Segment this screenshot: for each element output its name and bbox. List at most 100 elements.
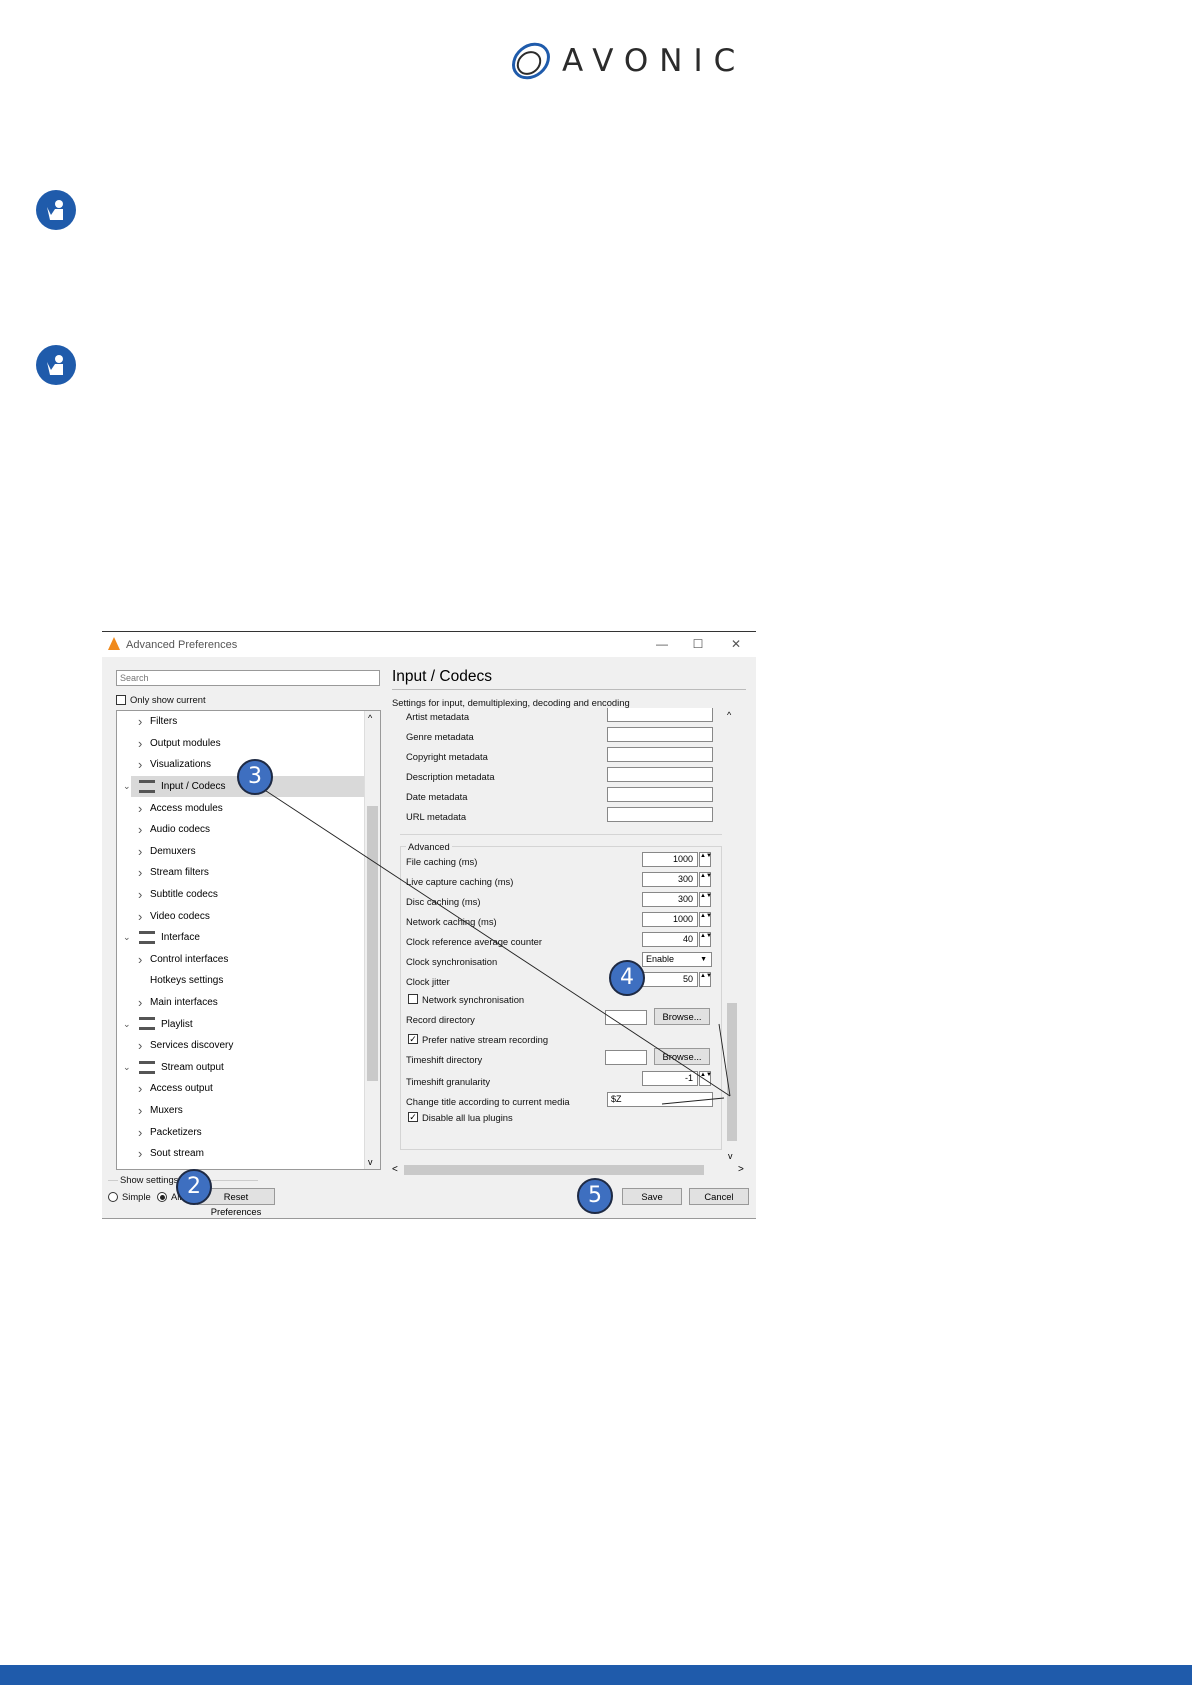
chevron-down-icon[interactable]: ⌄: [123, 781, 131, 792]
spinbox-arrows-icon[interactable]: ▲▼: [699, 852, 712, 867]
clock-sync-select[interactable]: Enable ▼: [642, 952, 712, 967]
spinbox-arrows-icon[interactable]: ▲▼: [699, 932, 712, 947]
tree-item[interactable]: ⌄ Interface: [123, 927, 365, 949]
chevron-right-icon[interactable]: ›: [138, 887, 142, 902]
browse-button[interactable]: Browse...: [654, 1048, 710, 1065]
advanced-preferences-dialog: Advanced Preferences — ☐ ✕ Only show cur…: [102, 631, 756, 1219]
tree-item[interactable]: Hotkeys settings: [117, 970, 365, 992]
chevron-right-icon[interactable]: ›: [138, 952, 142, 967]
tree-item[interactable]: › Control interfaces: [117, 949, 365, 971]
horizontal-scrollbar-thumb[interactable]: [404, 1165, 704, 1175]
simple-radio[interactable]: [108, 1192, 118, 1202]
tree-item-label: Interface: [161, 932, 200, 944]
search-input[interactable]: [116, 670, 380, 686]
record-directory-input[interactable]: [605, 1010, 647, 1025]
spinbox-arrows-icon[interactable]: ▲▼: [699, 1071, 712, 1086]
tree-item[interactable]: › Sout stream: [117, 1143, 365, 1165]
chevron-right-icon[interactable]: ›: [138, 801, 142, 816]
metadata-input[interactable]: [607, 747, 713, 762]
chevron-right-icon[interactable]: ›: [138, 1038, 142, 1053]
scroll-right-icon[interactable]: >: [738, 1164, 744, 1175]
spinbox-input[interactable]: -1: [642, 1071, 698, 1086]
chevron-right-icon[interactable]: ›: [138, 1125, 142, 1140]
scroll-up-icon[interactable]: ^: [368, 713, 372, 723]
tree-item[interactable]: › Video codecs: [117, 905, 365, 927]
spinbox-arrows-icon[interactable]: ▲▼: [699, 972, 712, 987]
metadata-input[interactable]: [607, 767, 713, 782]
tree-item[interactable]: › Access modules: [117, 797, 365, 819]
chevron-right-icon[interactable]: ›: [138, 757, 142, 772]
tree-item[interactable]: › Access output: [117, 1078, 365, 1100]
chevron-right-icon[interactable]: ›: [138, 844, 142, 859]
spinbox-arrows-icon[interactable]: ▲▼: [699, 892, 712, 907]
title-bar: Advanced Preferences — ☐ ✕: [102, 632, 756, 657]
spinbox-input[interactable]: 50: [642, 972, 698, 987]
settings-scrollbar[interactable]: ^: [725, 708, 739, 1148]
spinbox-arrows-icon[interactable]: ▲▼: [699, 872, 712, 887]
tree-item[interactable]: › Stream filters: [117, 862, 365, 884]
avonic-logo-mark-icon: [508, 38, 554, 84]
tree-item[interactable]: › Demuxers: [117, 841, 365, 863]
footer-bar: [0, 1665, 1192, 1685]
checkbox[interactable]: ✓: [408, 1034, 418, 1044]
chevron-down-icon[interactable]: ⌄: [123, 932, 131, 943]
chevron-right-icon[interactable]: ›: [138, 1103, 142, 1118]
tree-item-label: Hotkeys settings: [150, 975, 224, 987]
chevron-right-icon[interactable]: ›: [138, 995, 142, 1010]
chevron-right-icon[interactable]: ›: [138, 1081, 142, 1096]
chevron-right-icon[interactable]: ›: [138, 736, 142, 751]
tree-item[interactable]: ⌄ Stream output: [123, 1057, 365, 1079]
only-show-current-checkbox[interactable]: [116, 695, 126, 705]
scroll-down-icon[interactable]: v: [728, 1151, 733, 1161]
horizontal-scrollbar[interactable]: <: [390, 1164, 725, 1176]
tree-item[interactable]: › Muxers: [117, 1100, 365, 1122]
checkbox[interactable]: [408, 994, 418, 1004]
metadata-input[interactable]: [607, 727, 713, 742]
tree-item[interactable]: › Audio codecs: [117, 819, 365, 841]
spinbox-input[interactable]: 40: [642, 932, 698, 947]
scroll-left-icon[interactable]: <: [392, 1164, 398, 1175]
timeshift-directory-input[interactable]: [605, 1050, 647, 1065]
browse-button[interactable]: Browse...: [654, 1008, 710, 1025]
spinbox-input[interactable]: 300: [642, 892, 698, 907]
spinbox-input[interactable]: 300: [642, 872, 698, 887]
stream-output-icon: [139, 1060, 155, 1074]
scroll-down-icon[interactable]: v: [368, 1157, 373, 1167]
all-radio[interactable]: [157, 1192, 167, 1202]
chevron-down-icon[interactable]: ⌄: [123, 1062, 131, 1073]
tree-item[interactable]: › Packetizers: [117, 1121, 365, 1143]
chevron-right-icon[interactable]: ›: [138, 1146, 142, 1161]
close-button[interactable]: ✕: [721, 634, 751, 654]
tree-item[interactable]: ⌄ Playlist: [123, 1013, 365, 1035]
spinbox-arrows-icon[interactable]: ▲▼: [699, 912, 712, 927]
save-button[interactable]: Save: [622, 1188, 682, 1205]
tree-item[interactable]: › Main interfaces: [117, 992, 365, 1014]
chevron-right-icon[interactable]: ›: [138, 865, 142, 880]
chevron-right-icon[interactable]: ›: [138, 909, 142, 924]
metadata-input[interactable]: [607, 787, 713, 802]
chevron-down-icon[interactable]: ⌄: [123, 1019, 131, 1030]
tree-item[interactable]: › Services discovery: [117, 1035, 365, 1057]
checkbox[interactable]: ✓: [408, 1112, 418, 1122]
tree-item[interactable]: › Output modules: [117, 733, 365, 755]
chevron-right-icon[interactable]: ›: [138, 714, 142, 729]
tree-scrollbar[interactable]: ^ v: [364, 711, 380, 1169]
metadata-input[interactable]: [607, 708, 713, 722]
cancel-button[interactable]: Cancel: [689, 1188, 749, 1205]
tree-item-label: Stream output: [161, 1061, 224, 1073]
scroll-up-icon[interactable]: ^: [727, 710, 731, 720]
tree-item-label: Control interfaces: [150, 953, 229, 965]
tree-scrollbar-thumb[interactable]: [367, 806, 378, 1081]
metadata-input[interactable]: [607, 807, 713, 822]
minimize-button[interactable]: —: [647, 634, 677, 654]
tree-item[interactable]: › Subtitle codecs: [117, 884, 365, 906]
chevron-right-icon[interactable]: ›: [138, 822, 142, 837]
settings-scrollbar-thumb[interactable]: [727, 1003, 737, 1141]
maximize-button[interactable]: ☐: [683, 634, 713, 654]
spinbox-input[interactable]: 1000: [642, 912, 698, 927]
change-title-input[interactable]: $Z: [607, 1092, 713, 1107]
avonic-logo: AVONIC: [496, 26, 735, 96]
tree-item[interactable]: › Filters: [117, 711, 365, 733]
spinbox-input[interactable]: 1000: [642, 852, 698, 867]
tree-item-label: Services discovery: [150, 1040, 234, 1052]
